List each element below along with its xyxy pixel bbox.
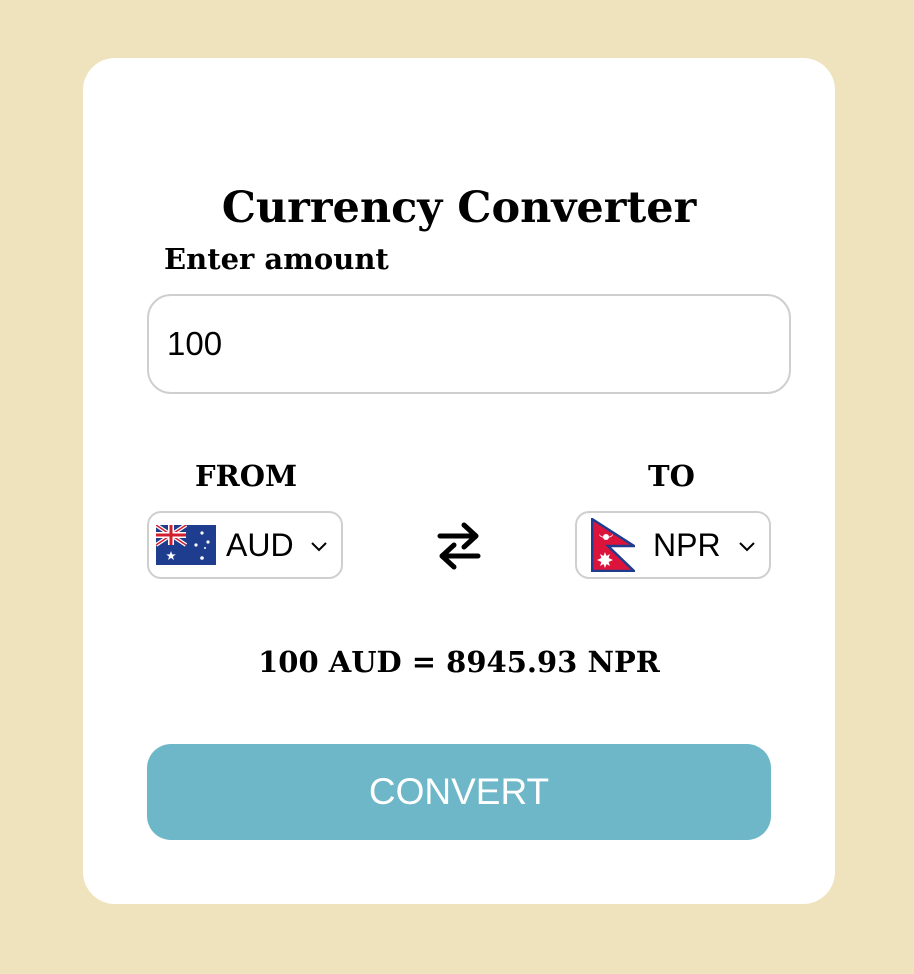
chevron-down-icon [311, 542, 327, 552]
amount-label: Enter amount [164, 242, 389, 276]
to-currency-select[interactable]: NPR [575, 511, 771, 579]
from-currency-code: AUD [226, 526, 294, 563]
to-label: TO [648, 459, 695, 493]
amount-input[interactable] [147, 294, 791, 394]
page-title: Currency Converter [221, 183, 697, 233]
chevron-down-icon [739, 542, 755, 552]
to-currency-code: NPR [653, 526, 721, 563]
converter-card: Currency Converter Enter amount FROM TO [83, 58, 835, 904]
from-label: FROM [195, 459, 298, 493]
nepal-flag-icon [591, 518, 635, 572]
convert-button[interactable]: CONVERT [147, 744, 771, 840]
from-currency-select[interactable]: AUD [147, 511, 343, 579]
conversion-result: 100 AUD = 8945.93 NPR [258, 645, 660, 679]
australia-flag-icon [156, 525, 216, 565]
swap-arrows-icon[interactable] [434, 517, 484, 575]
